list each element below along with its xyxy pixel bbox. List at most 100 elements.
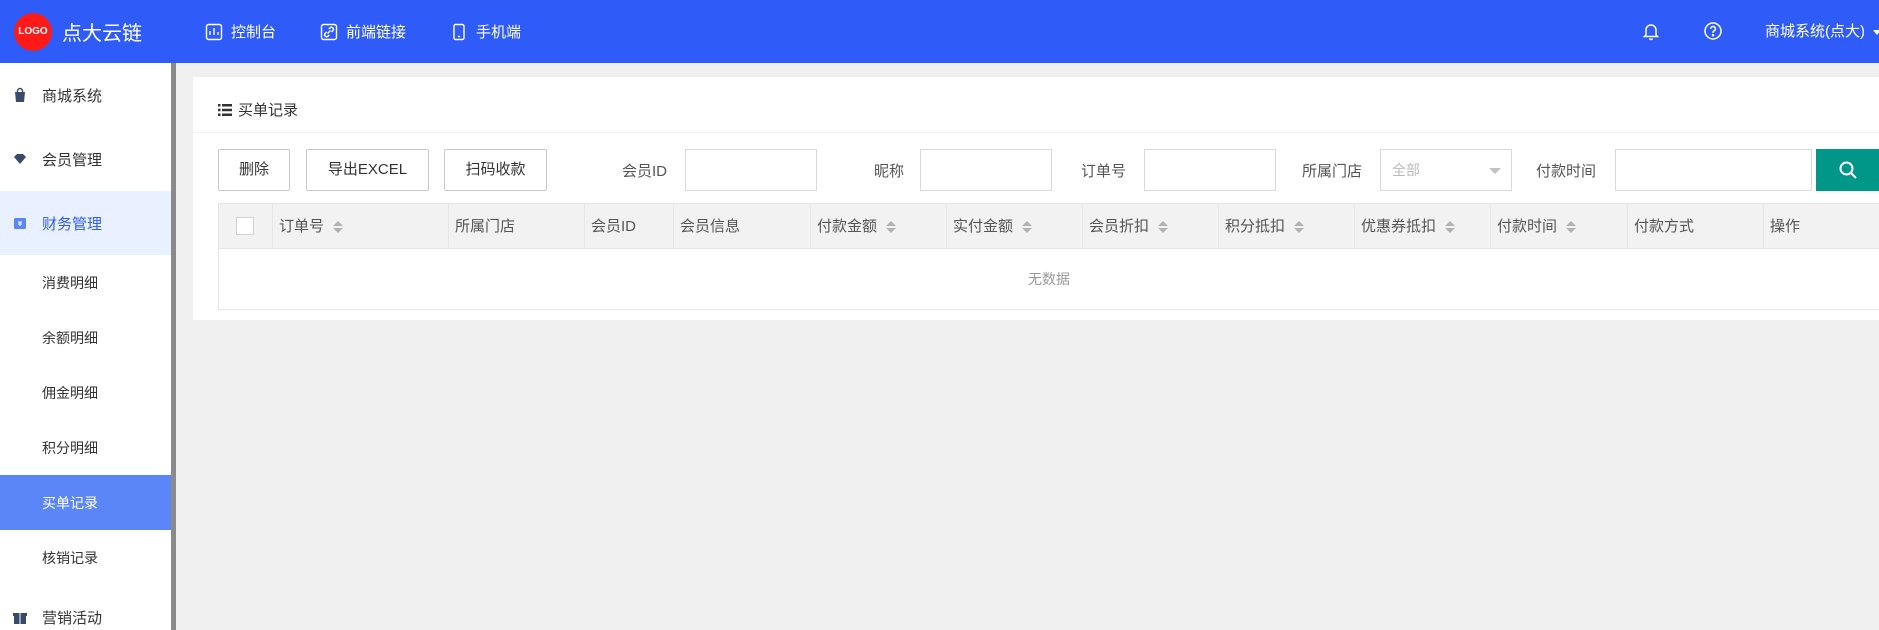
diamond-icon: [14, 154, 26, 164]
store-select-value: 全部: [1392, 162, 1420, 178]
mobile-icon: [453, 23, 465, 40]
bell-icon[interactable]: [1640, 20, 1662, 42]
sidebar-item-label: 商城系统: [42, 87, 103, 105]
sidebar-sub-label: 消费明细: [42, 274, 98, 291]
brand-name: 点大云链: [62, 23, 142, 45]
member-id-input[interactable]: [685, 149, 817, 191]
sidebar-sub-label: 佣金明细: [42, 384, 98, 401]
column-header[interactable]: 实付金额: [947, 204, 1083, 249]
column-header[interactable]: 会员折扣: [1083, 204, 1219, 249]
sidebar-sub-payment-records[interactable]: 买单记录: [0, 475, 171, 530]
sort-icon[interactable]: [1158, 220, 1169, 234]
nav-frontend-links[interactable]: 前端链接: [320, 0, 406, 63]
sidebar-item-mall[interactable]: 商城系统: [0, 63, 171, 127]
logo[interactable]: LOGO: [14, 13, 52, 51]
select-all-cell: [219, 204, 273, 249]
nav-mobile-label: 手机端: [476, 24, 522, 41]
sort-icon[interactable]: [1294, 220, 1305, 234]
column-header-label: 会员ID: [591, 218, 637, 235]
list-icon: [218, 103, 232, 116]
column-header-label: 付款金额: [817, 218, 878, 235]
sidebar-item-label: 财务管理: [42, 215, 103, 233]
order-no-input[interactable]: [1144, 149, 1276, 191]
sort-icon[interactable]: [886, 220, 897, 234]
nav-frontend-links-label: 前端链接: [346, 24, 407, 41]
help-icon[interactable]: [1702, 20, 1724, 42]
top-nav: 控制台 前端链接 手机端: [205, 0, 565, 63]
column-header: 操作: [1764, 204, 1879, 249]
scan-payment-button[interactable]: 扫码收款: [444, 149, 547, 191]
sidebar-item-label: 会员管理: [42, 151, 103, 169]
pay-time-input[interactable]: [1615, 149, 1812, 191]
sidebar-sub-commission[interactable]: 佣金明细: [0, 365, 171, 420]
nav-dashboard[interactable]: 控制台: [205, 0, 276, 63]
sidebar-item-members[interactable]: 会员管理: [0, 127, 171, 191]
sidebar-sub-label: 积分明细: [42, 439, 98, 456]
store-select[interactable]: 全部: [1380, 149, 1512, 191]
sidebar-item-marketing[interactable]: 营销活动: [0, 585, 171, 630]
nickname-label: 昵称: [874, 163, 905, 180]
page-title: 买单记录: [218, 99, 298, 120]
column-header: 所属门店: [449, 204, 585, 249]
column-header-label: 实付金额: [953, 218, 1014, 235]
delete-button[interactable]: 删除: [218, 149, 290, 191]
column-header[interactable]: 订单号: [273, 204, 449, 249]
column-header-label: 付款时间: [1497, 218, 1558, 235]
sidebar-sub-points[interactable]: 积分明细: [0, 420, 171, 475]
column-header-label: 订单号: [279, 218, 325, 235]
records-table: 订单号 所属门店 会员ID 会员信息 付款金额 实付金额 会员折扣 积分抵扣 优…: [218, 203, 1879, 310]
sidebar-sub-label: 余额明细: [42, 329, 98, 346]
nav-mobile[interactable]: 手机端: [450, 0, 521, 63]
column-header[interactable]: 付款金额: [811, 204, 947, 249]
chevron-down-icon: [1489, 168, 1501, 174]
column-header-label: 操作: [1770, 218, 1801, 235]
chevron-down-icon: [1873, 29, 1879, 35]
table-header: 订单号 所属门店 会员ID 会员信息 付款金额 实付金额 会员折扣 积分抵扣 优…: [219, 204, 1879, 249]
search-button[interactable]: [1816, 149, 1879, 191]
sort-icon[interactable]: [1445, 220, 1456, 234]
column-header: 会员ID: [585, 204, 674, 249]
column-header-label: 积分抵扣: [1225, 218, 1286, 235]
column-header-label: 所属门店: [455, 218, 516, 235]
store-label: 所属门店: [1302, 163, 1363, 180]
wallet-icon: [14, 218, 26, 229]
main-panel: 买单记录 删除 导出EXCEL 扫码收款 会员ID 昵称 订单号 所属门店 全部…: [193, 77, 1879, 320]
shopping-bag-icon: [15, 87, 25, 102]
link-icon: [320, 23, 338, 40]
nickname-input[interactable]: [920, 149, 1052, 191]
sidebar-item-label: 营销活动: [42, 609, 103, 627]
sidebar-item-finance[interactable]: 财务管理: [0, 191, 171, 255]
divider: [193, 132, 1879, 133]
member-id-label: 会员ID: [622, 163, 668, 180]
sort-icon[interactable]: [1022, 220, 1033, 234]
nav-dashboard-label: 控制台: [231, 24, 277, 41]
column-header-label: 付款方式: [1634, 218, 1695, 235]
column-header: 付款方式: [1628, 204, 1764, 249]
column-header[interactable]: 付款时间: [1491, 204, 1628, 249]
gift-icon: [13, 613, 27, 624]
order-no-label: 订单号: [1081, 163, 1127, 180]
sidebar-sub-consumption[interactable]: 消费明细: [0, 255, 171, 310]
user-name: 商城系统(点大): [1765, 23, 1865, 40]
sidebar-sub-label: 买单记录: [42, 494, 98, 511]
column-header[interactable]: 积分抵扣: [1219, 204, 1355, 249]
empty-state: 无数据: [1028, 271, 1070, 287]
user-menu[interactable]: 商城系统(点大): [1765, 20, 1879, 41]
column-header-label: 会员信息: [680, 218, 741, 235]
search-icon: [1839, 161, 1857, 179]
sidebar-sub-balance[interactable]: 余额明细: [0, 310, 171, 365]
column-header-label: 优惠券抵扣: [1361, 218, 1437, 235]
sidebar: 商城系统 会员管理 财务管理 消费明细 余额明细 佣金明细 积分明细 买单记录 …: [0, 63, 176, 630]
sort-icon[interactable]: [1566, 220, 1577, 234]
page-title-text: 买单记录: [238, 102, 299, 119]
column-header: 会员信息: [674, 204, 811, 249]
select-all-checkbox[interactable]: [236, 217, 254, 235]
column-header-label: 会员折扣: [1089, 218, 1150, 235]
top-header: LOGO 点大云链 控制台 前端链接 手机端 商城系统(点大): [0, 0, 1879, 63]
sidebar-sub-writeoff[interactable]: 核销记录: [0, 530, 171, 585]
dashboard-icon: [205, 23, 223, 40]
sidebar-sub-label: 核销记录: [42, 549, 98, 566]
export-excel-button[interactable]: 导出EXCEL: [306, 149, 429, 191]
sort-icon[interactable]: [333, 220, 344, 234]
column-header[interactable]: 优惠券抵扣: [1355, 204, 1491, 249]
